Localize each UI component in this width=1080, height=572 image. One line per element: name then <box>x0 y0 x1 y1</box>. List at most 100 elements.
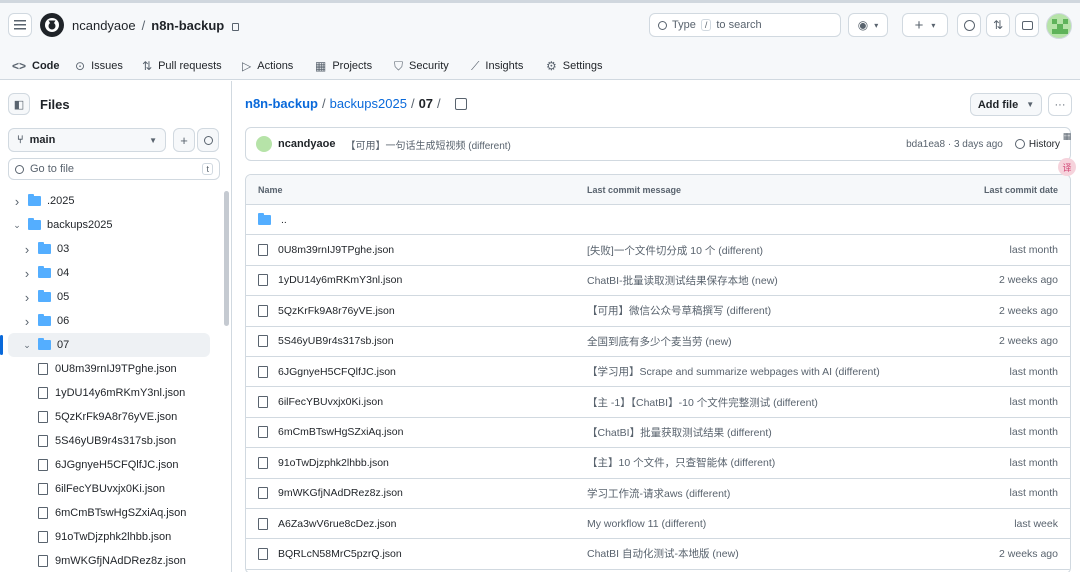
file-name-link[interactable]: 5QzKrFk9A8r76yVE.json <box>278 305 395 317</box>
file-name-link[interactable]: 5S46yUB9r4s317sb.json <box>278 335 394 347</box>
commit-message-link[interactable]: 【可用】微信公众号草稿撰写 (different) <box>587 303 771 318</box>
tree-folder-item[interactable]: › 04 <box>0 261 222 285</box>
path-current: 07 <box>418 96 434 111</box>
chevron-right-icon[interactable]: › <box>12 194 22 209</box>
chevron-right-icon[interactable]: › <box>22 242 32 257</box>
commit-message-link[interactable]: 【主 -1】【ChatBI】-10 个文件完整测试 (different) <box>587 395 818 410</box>
menu-icon[interactable] <box>8 13 32 37</box>
tree-file-item[interactable]: 5QzKrFk9A8r76yVE.json <box>0 405 222 429</box>
file-table: Name Last commit message Last commit dat… <box>245 174 1071 572</box>
commit-message-link[interactable]: 全国到底有多少个麦当劳 (new) <box>587 334 732 349</box>
repo-link[interactable]: n8n-backup <box>151 18 224 33</box>
qr-icon[interactable]: ▦ <box>1058 127 1076 145</box>
go-to-file-shortcut: t <box>202 163 213 175</box>
commit-date: 2 weeks ago <box>999 335 1058 348</box>
tab-label: Security <box>409 60 449 72</box>
file-name-link[interactable]: BQRLcN58MrC5pzrQ.json <box>278 548 402 560</box>
add-file-dropdown[interactable]: Add file ▼ <box>970 93 1042 116</box>
add-file-button[interactable]: + <box>173 128 195 152</box>
history-button[interactable]: History <box>1014 139 1060 150</box>
tab-code[interactable]: <> Code <box>6 53 66 79</box>
inbox-button[interactable] <box>1015 13 1039 37</box>
tree-file-item[interactable]: 0U8m39rnIJ9TPghe.json <box>0 357 222 381</box>
commit-message[interactable]: 【可用】一句话生成短视频 (different) <box>345 137 510 152</box>
tab-security[interactable]: ⛉ Security <box>388 53 455 79</box>
tree-file-item[interactable]: 5S46yUB9r4s317sb.json <box>0 429 222 453</box>
commit-message-link[interactable]: 【主】10 个文件，只查智能体 (different) <box>587 455 775 470</box>
parent-directory-label: .. <box>281 213 287 226</box>
commit-message-link[interactable]: 学习工作流-请求aws (different) <box>587 486 730 501</box>
scrollbar-thumb[interactable] <box>224 191 229 326</box>
owner-link[interactable]: ncandyaoe <box>72 18 136 33</box>
commit-message-link[interactable]: 【学习用】Scrape and summarize webpages with … <box>587 364 880 379</box>
pull-requests-button[interactable]: ⇅ <box>986 13 1010 37</box>
tree-folder-item[interactable]: › 06 <box>0 309 222 333</box>
chevron-down-icon[interactable]: ⌄ <box>12 220 22 231</box>
tree-file-item[interactable]: 9mWKGfjNAdDRez8z.json <box>0 549 222 572</box>
file-name-link[interactable]: 0U8m39rnIJ9TPghe.json <box>278 244 394 256</box>
tree-folder-item[interactable]: › 03 <box>0 237 222 261</box>
chevron-right-icon[interactable]: › <box>22 290 32 305</box>
lock-icon <box>231 23 239 31</box>
tree-folder-item[interactable]: ⌄ 07 <box>0 333 210 357</box>
commit-message-link[interactable]: [失败]一个文件切分成 10 个 (different) <box>587 243 763 258</box>
tab-actions[interactable]: ▷ Actions <box>236 53 299 79</box>
issues-button[interactable] <box>957 13 981 37</box>
copy-icon[interactable] <box>454 97 467 110</box>
collapse-sidebar-button[interactable]: ◧ <box>8 93 30 115</box>
tree-file-item[interactable]: 6mCmBTswHgSZxiAq.json <box>0 501 222 525</box>
commit-author-avatar[interactable] <box>256 136 272 152</box>
file-name-link[interactable]: A6Za3wV6rue8cDez.json <box>278 518 396 530</box>
more-options-button[interactable]: ··· <box>1048 93 1072 116</box>
commit-message-link[interactable]: ChatBI-批量读取测试结果保存本地 (new) <box>587 273 778 288</box>
tree-file-item[interactable]: 1yDU14y6mRKmY3nl.json <box>0 381 222 405</box>
tab-issues[interactable]: ⊙ Issues <box>69 53 129 79</box>
folder-icon <box>38 266 51 278</box>
file-name-link[interactable]: 6mCmBTswHgSZxiAq.json <box>278 426 403 438</box>
file-name-link[interactable]: 6ilFecYBUvxjx0Ki.json <box>278 396 383 408</box>
tree-folder-item[interactable]: › .2025 <box>0 189 222 213</box>
copilot-icon: ◉ <box>857 18 869 32</box>
commit-message-link[interactable]: 【ChatBI】批量获取测试结果 (different) <box>587 425 772 440</box>
tree-file-item[interactable]: 91oTwDjzphk2lhbb.json <box>0 525 222 549</box>
branch-selector[interactable]: ⑂ main ▼ <box>8 128 166 152</box>
file-name-link[interactable]: 6JGgnyeH5CFQlfJC.json <box>278 366 396 378</box>
tab-pull-requests[interactable]: ⇅ Pull requests <box>136 53 228 79</box>
commit-message-link[interactable]: ChatBI 自动化测试-本地版 (new) <box>587 546 739 561</box>
search-input[interactable]: Type / to search <box>649 13 841 37</box>
path-root-link[interactable]: n8n-backup <box>245 96 318 111</box>
chevron-down-icon[interactable]: ⌄ <box>22 340 32 351</box>
tab-label: Issues <box>91 60 123 72</box>
tree-file-item[interactable]: 6JGgnyeH5CFQlfJC.json <box>0 453 222 477</box>
file-name-link[interactable]: 91oTwDjzphk2lhbb.json <box>278 457 389 469</box>
tree-file-item[interactable]: 6ilFecYBUvxjx0Ki.json <box>0 477 222 501</box>
main-content: n8n-backup / backups2025 / 07 / Add file… <box>233 81 1080 572</box>
chevron-right-icon[interactable]: › <box>22 266 32 281</box>
parent-directory-row[interactable]: .. <box>246 205 1070 236</box>
tab-projects[interactable]: ▦ Projects <box>309 53 378 79</box>
search-files-button[interactable] <box>197 128 219 152</box>
file-icon <box>38 387 48 399</box>
folder-icon <box>258 212 271 225</box>
commit-message-link[interactable]: My workflow 11 (different) <box>587 518 706 530</box>
path-folder-link[interactable]: backups2025 <box>330 96 407 111</box>
create-new-button[interactable]: + ▾ <box>902 13 948 37</box>
tab-insights[interactable]: ⟋ Insights <box>465 53 529 79</box>
file-name-link[interactable]: 9mWKGfjNAdDRez8z.json <box>278 487 403 499</box>
go-to-file-input[interactable]: Go to file t <box>8 158 220 180</box>
copilot-button[interactable]: ◉ ▾ <box>848 13 888 37</box>
github-logo-icon[interactable] <box>40 13 64 37</box>
user-avatar[interactable] <box>1046 13 1072 39</box>
table-row: 6JGgnyeH5CFQlfJC.json 【学习用】Scrape and sum… <box>246 357 1070 388</box>
tree-folder-item[interactable]: ⌄ backups2025 <box>0 213 222 237</box>
file-name-link[interactable]: 1yDU14y6mRKmY3nl.json <box>278 274 402 286</box>
chevron-right-icon[interactable]: › <box>22 314 32 329</box>
tab-settings[interactable]: ⚙ Settings <box>540 53 609 79</box>
commit-meta[interactable]: bda1ea8 · 3 days ago <box>906 139 1003 150</box>
commit-author[interactable]: ncandyaoe <box>278 138 335 150</box>
sidebar-scrollbar[interactable] <box>222 189 230 569</box>
tree-item-label: 6ilFecYBUvxjx0Ki.json <box>55 483 166 495</box>
translate-icon[interactable]: 译 <box>1058 158 1076 176</box>
tree-folder-item[interactable]: › 05 <box>0 285 222 309</box>
table-row: 9mWKGfjNAdDRez8z.json 学习工作流-请求aws (differ… <box>246 479 1070 509</box>
